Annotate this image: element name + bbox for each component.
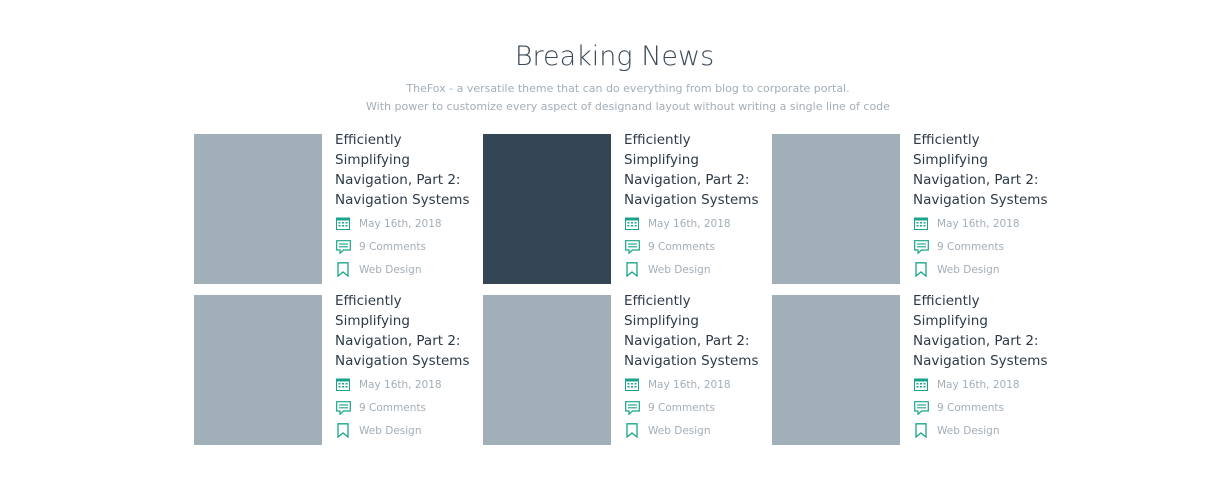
bookmark-icon — [335, 423, 351, 439]
post-date: May 16th, 2018 — [624, 212, 774, 235]
post-meta: May 16th, 2018 9 Comments Web Design — [624, 212, 774, 281]
post-date-text: May 16th, 2018 — [359, 378, 442, 391]
bookmark-icon — [335, 262, 351, 278]
post-comments: 9 Comments — [913, 235, 1063, 258]
post-category: Web Design — [335, 258, 485, 281]
post-date-text: May 16th, 2018 — [648, 378, 731, 391]
news-card: Efficiently Simplifying Navigation, Part… — [483, 293, 763, 445]
news-card: Efficiently Simplifying Navigation, Part… — [483, 132, 763, 284]
post-date-text: May 16th, 2018 — [359, 217, 442, 230]
post-thumbnail[interactable] — [483, 295, 611, 445]
post-thumbnail[interactable] — [194, 134, 322, 284]
bookmark-icon — [624, 262, 640, 278]
post-date-text: May 16th, 2018 — [648, 217, 731, 230]
post-comments-link[interactable]: 9 Comments — [648, 402, 715, 414]
post-thumbnail[interactable] — [194, 295, 322, 445]
calendar-icon — [624, 377, 640, 393]
post-thumbnail[interactable] — [483, 134, 611, 284]
calendar-icon — [335, 216, 351, 232]
post-date: May 16th, 2018 — [624, 373, 774, 396]
comment-icon — [335, 400, 351, 416]
post-date: May 16th, 2018 — [913, 212, 1063, 235]
post-comments-link[interactable]: 9 Comments — [648, 241, 715, 253]
post-comments: 9 Comments — [913, 396, 1063, 419]
post-category: Web Design — [913, 258, 1063, 281]
post-meta: May 16th, 2018 9 Comments Web Design — [624, 373, 774, 442]
news-card: Efficiently Simplifying Navigation, Part… — [772, 293, 1052, 445]
post-comments-link[interactable]: 9 Comments — [359, 402, 426, 414]
post-comments: 9 Comments — [335, 235, 485, 258]
post-category-link[interactable]: Web Design — [359, 425, 421, 437]
news-grid: Efficiently Simplifying Navigation, Part… — [194, 132, 1074, 446]
post-info: Efficiently Simplifying Navigation, Part… — [335, 130, 485, 281]
calendar-icon — [624, 216, 640, 232]
post-meta: May 16th, 2018 9 Comments Web Design — [335, 212, 485, 281]
post-comments-link[interactable]: 9 Comments — [937, 402, 1004, 414]
post-comments: 9 Comments — [624, 235, 774, 258]
post-category-link[interactable]: Web Design — [648, 264, 710, 276]
post-thumbnail[interactable] — [772, 134, 900, 284]
post-comments-link[interactable]: 9 Comments — [937, 241, 1004, 253]
post-category: Web Design — [913, 419, 1063, 442]
post-title-link[interactable]: Efficiently Simplifying Navigation, Part… — [624, 130, 774, 210]
post-category-link[interactable]: Web Design — [648, 425, 710, 437]
post-comments-link[interactable]: 9 Comments — [359, 241, 426, 253]
calendar-icon — [913, 216, 929, 232]
post-info: Efficiently Simplifying Navigation, Part… — [335, 291, 485, 442]
bookmark-icon — [624, 423, 640, 439]
post-title-link[interactable]: Efficiently Simplifying Navigation, Part… — [913, 130, 1063, 210]
post-date-text: May 16th, 2018 — [937, 378, 1020, 391]
post-title-link[interactable]: Efficiently Simplifying Navigation, Part… — [335, 291, 485, 371]
comment-icon — [335, 239, 351, 255]
bookmark-icon — [913, 423, 929, 439]
post-title-link[interactable]: Efficiently Simplifying Navigation, Part… — [335, 130, 485, 210]
post-comments: 9 Comments — [335, 396, 485, 419]
post-meta: May 16th, 2018 9 Comments Web Design — [335, 373, 485, 442]
comment-icon — [913, 400, 929, 416]
news-card: Efficiently Simplifying Navigation, Part… — [194, 293, 474, 445]
post-meta: May 16th, 2018 9 Comments Web Design — [913, 373, 1063, 442]
news-card: Efficiently Simplifying Navigation, Part… — [194, 132, 474, 284]
post-thumbnail[interactable] — [772, 295, 900, 445]
comment-icon — [624, 239, 640, 255]
post-category-link[interactable]: Web Design — [937, 264, 999, 276]
post-comments: 9 Comments — [624, 396, 774, 419]
news-card: Efficiently Simplifying Navigation, Part… — [772, 132, 1052, 284]
calendar-icon — [335, 377, 351, 393]
subtitle-line-1: TheFox - a versatile theme that can do e… — [406, 82, 850, 95]
comment-icon — [913, 239, 929, 255]
post-date: May 16th, 2018 — [335, 373, 485, 396]
post-meta: May 16th, 2018 9 Comments Web Design — [913, 212, 1063, 281]
post-category: Web Design — [624, 419, 774, 442]
post-date-text: May 16th, 2018 — [937, 217, 1020, 230]
post-category: Web Design — [335, 419, 485, 442]
post-info: Efficiently Simplifying Navigation, Part… — [624, 130, 774, 281]
comment-icon — [624, 400, 640, 416]
post-date: May 16th, 2018 — [913, 373, 1063, 396]
calendar-icon — [913, 377, 929, 393]
post-category: Web Design — [624, 258, 774, 281]
post-info: Efficiently Simplifying Navigation, Part… — [913, 130, 1063, 281]
section-subtitle: TheFox - a versatile theme that can do e… — [0, 80, 1229, 116]
subtitle-line-2: With power to customize every aspect of … — [366, 100, 890, 113]
section-title: Breaking News — [514, 41, 715, 72]
post-info: Efficiently Simplifying Navigation, Part… — [624, 291, 774, 442]
post-info: Efficiently Simplifying Navigation, Part… — [913, 291, 1063, 442]
bookmark-icon — [913, 262, 929, 278]
post-category-link[interactable]: Web Design — [359, 264, 421, 276]
post-title-link[interactable]: Efficiently Simplifying Navigation, Part… — [913, 291, 1063, 371]
post-date: May 16th, 2018 — [335, 212, 485, 235]
post-title-link[interactable]: Efficiently Simplifying Navigation, Part… — [624, 291, 774, 371]
post-category-link[interactable]: Web Design — [937, 425, 999, 437]
